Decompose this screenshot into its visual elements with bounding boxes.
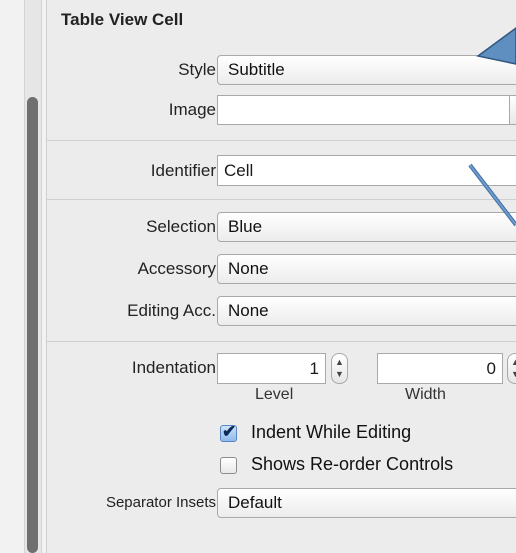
annotation-arrow-head	[476, 27, 516, 65]
annotation-arrow-shaft	[469, 164, 516, 226]
annotation-arrows	[468, 27, 516, 227]
